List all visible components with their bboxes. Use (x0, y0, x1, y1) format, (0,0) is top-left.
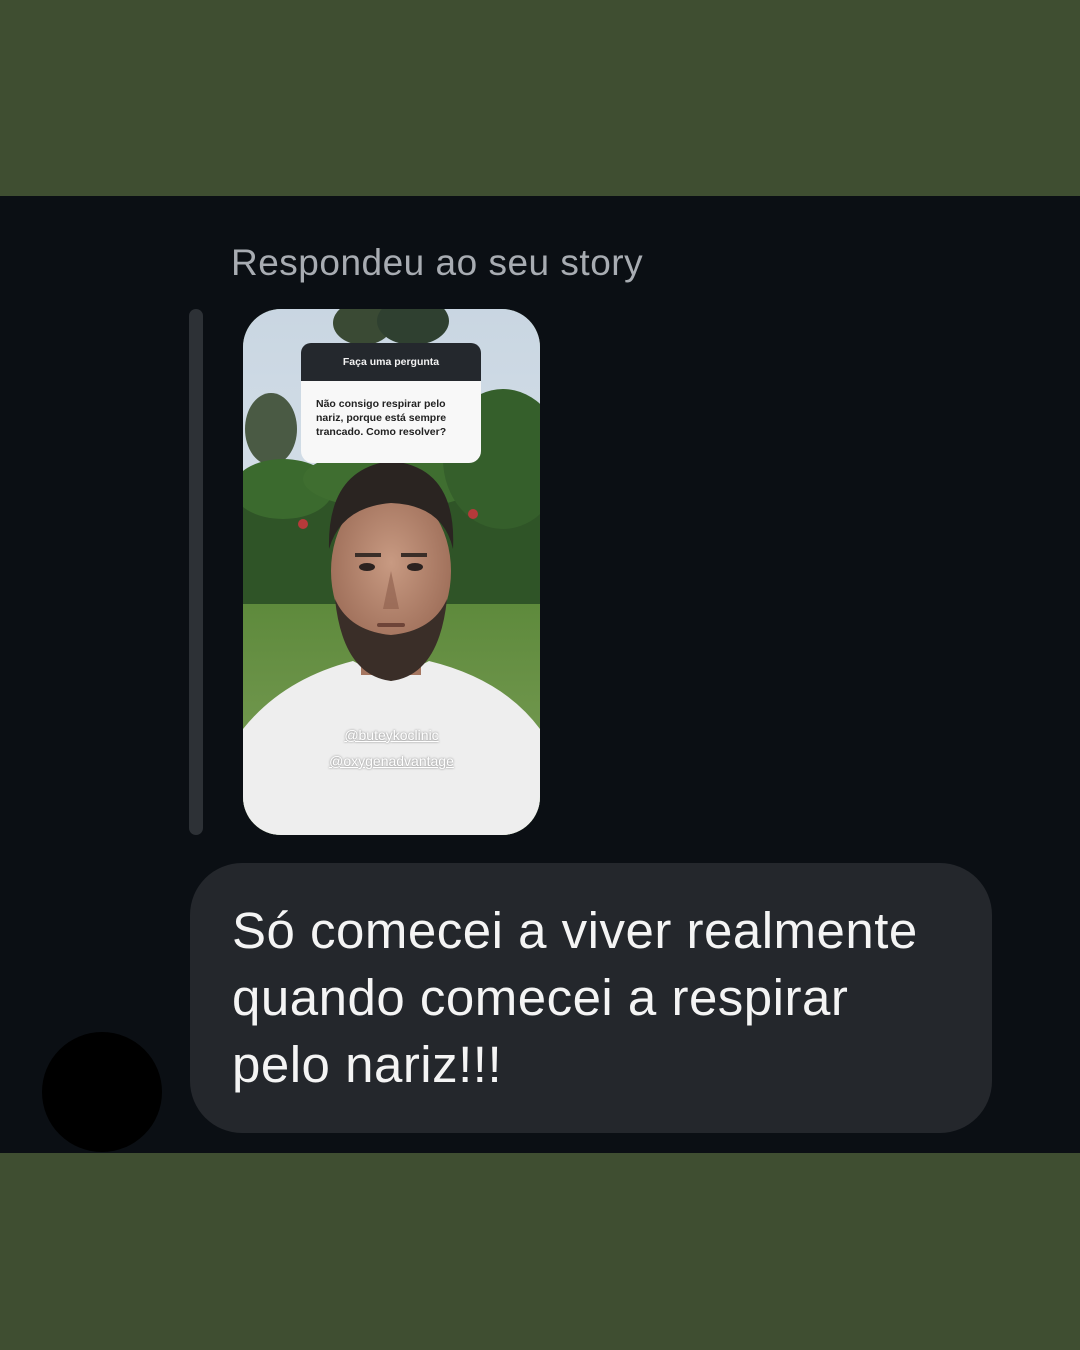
question-sticker-text: Não consigo respirar pelo nariz, porque … (301, 381, 481, 463)
reply-quote-bar (189, 309, 203, 835)
story-preview[interactable]: Faça uma pergunta Não consigo respirar p… (243, 309, 540, 835)
question-sticker-header: Faça uma pergunta (301, 343, 481, 381)
story-mention[interactable]: @buteykoclinic (243, 727, 540, 743)
avatar[interactable] (42, 1032, 162, 1152)
message-bubble[interactable]: Só comecei a viver realmente quando come… (190, 863, 992, 1133)
message-text: Só comecei a viver realmente quando come… (232, 902, 918, 1093)
chat-panel: Respondeu ao seu story Faça uma pergunta… (0, 196, 1080, 1153)
story-mention[interactable]: @oxygenadvantage (243, 753, 540, 769)
story-reply-label: Respondeu ao seu story (231, 242, 644, 283)
